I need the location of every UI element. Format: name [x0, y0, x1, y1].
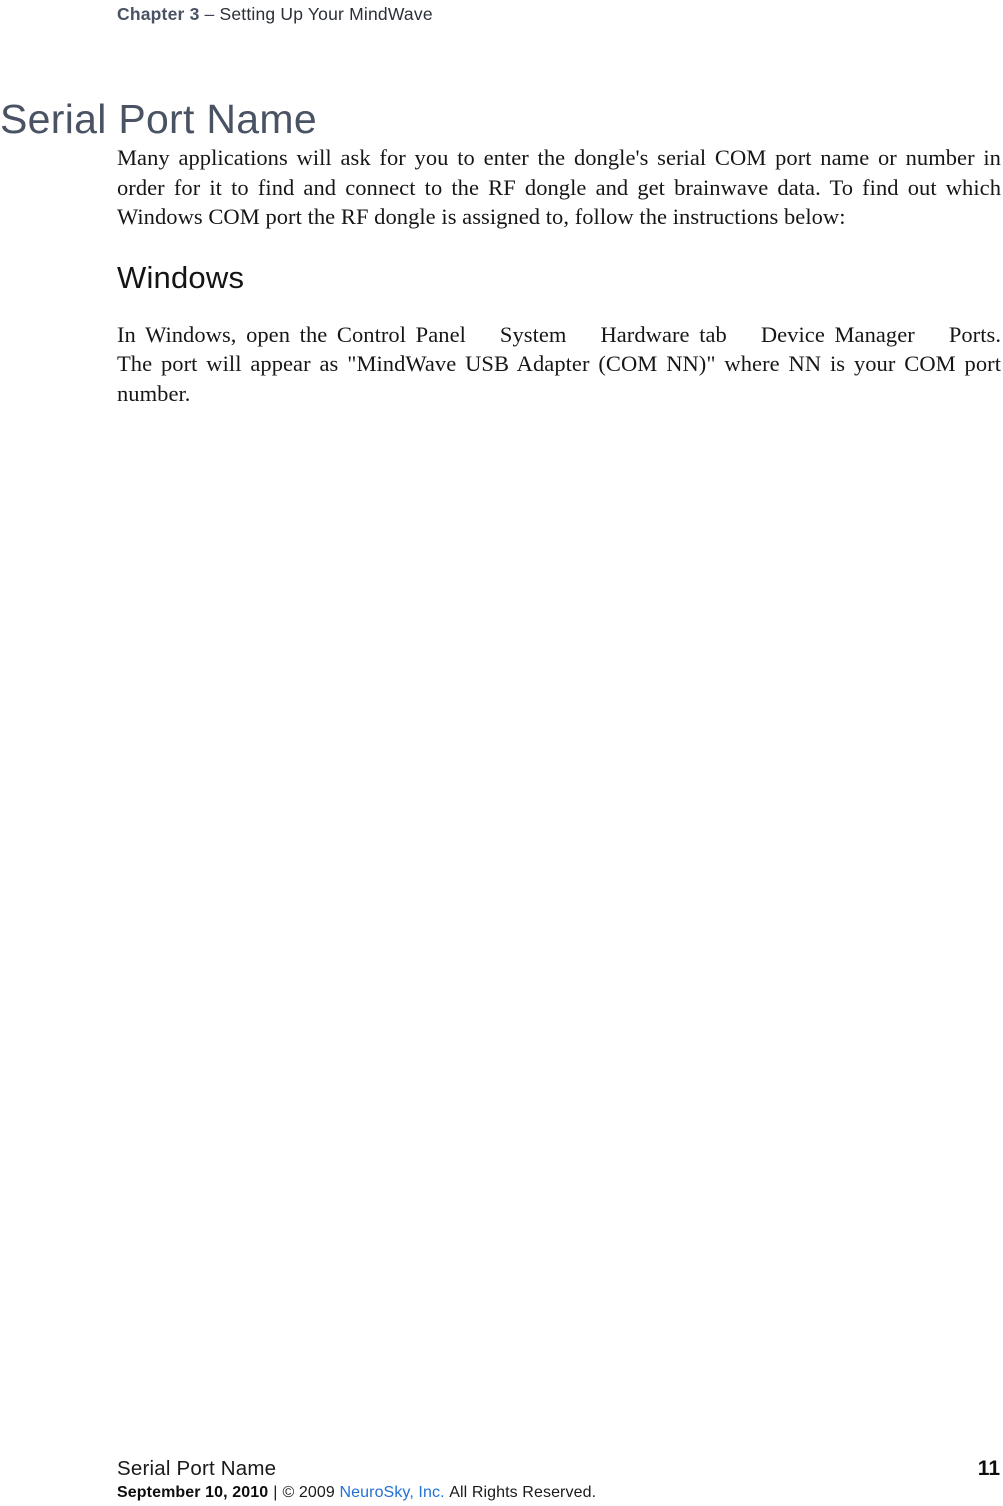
running-header-separator: –	[204, 4, 215, 24]
instruction-segment-device-manager: Device Manager	[760, 321, 915, 347]
intro-paragraph: Many applications will ask for you to en…	[117, 145, 1001, 229]
footer-row-top: Serial Port Name 11	[117, 1455, 1001, 1482]
content-column: Many applications will ask for you to en…	[117, 143, 1001, 408]
footer-rights-text: All Rights Reserved.	[449, 1484, 597, 1501]
subheading-windows: Windows	[117, 259, 245, 295]
instruction-segment-system: System	[499, 321, 567, 347]
footer-copyright: © 2009	[282, 1484, 335, 1501]
footer-row-bottom: September 10, 2010 | © 2009 NeuroSky, Inc.…	[117, 1482, 1001, 1504]
footer-divider: |	[273, 1484, 278, 1501]
page-footer: Serial Port Name 11 September 10, 2010 | ©…	[117, 1455, 1001, 1504]
spacer-before-subheading	[117, 232, 1001, 259]
footer-company-link[interactable]: NeuroSky, Inc.	[339, 1484, 444, 1501]
instruction-segment-hardware-tab: Hardware tab	[600, 321, 727, 347]
page-title: Serial Port Name	[0, 96, 317, 143]
running-header: Chapter 3– Setting Up Your MindWave	[117, 2, 1001, 26]
running-header-title: Setting Up Your MindWave	[219, 4, 433, 24]
footer-section-name: Serial Port Name	[117, 1457, 277, 1480]
spacer-after-subheading	[117, 297, 1001, 320]
footer-date: September 10, 2010	[117, 1484, 269, 1501]
footer-page-number: 11	[977, 1457, 1000, 1480]
running-header-chapter: Chapter 3	[117, 4, 200, 24]
instruction-segment-control-panel: In Windows, open the Control Panel	[117, 321, 466, 347]
windows-instructions-paragraph: In Windows, open the Control Panel System…	[117, 320, 1001, 409]
